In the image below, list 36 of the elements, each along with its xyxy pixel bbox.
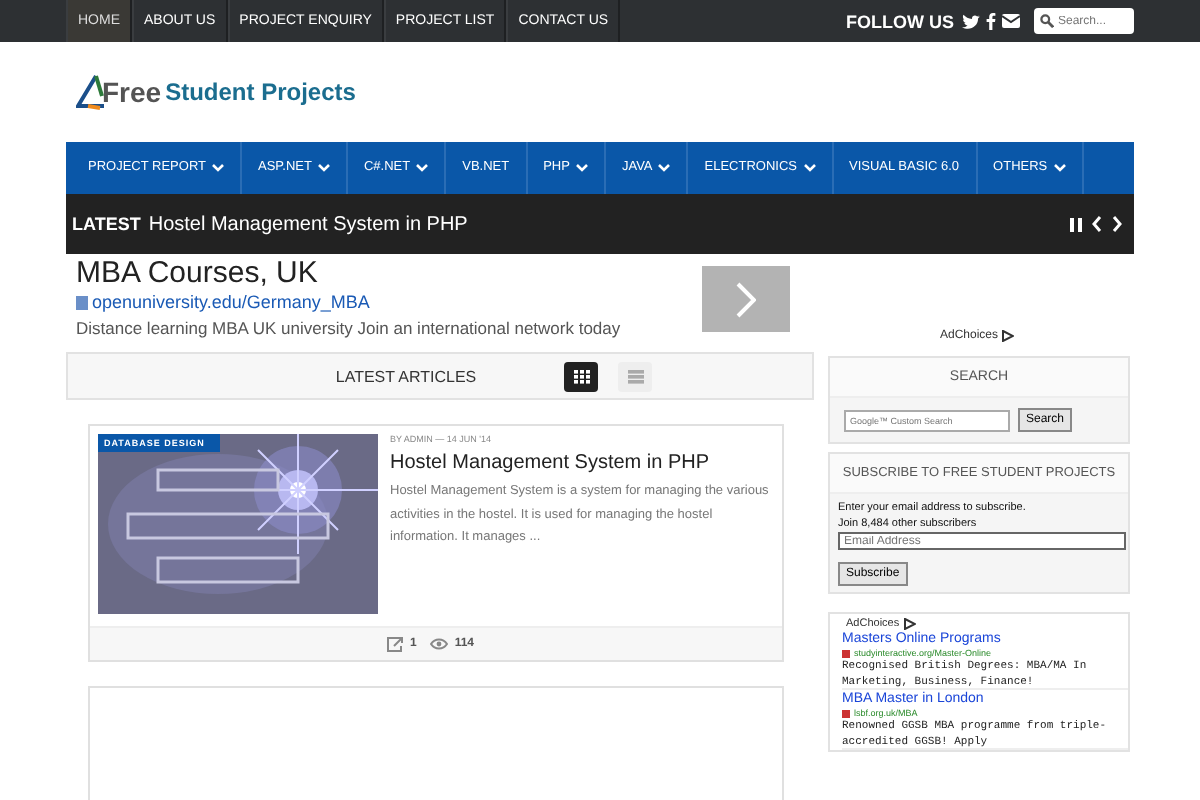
grid-view-button[interactable] bbox=[564, 361, 599, 391]
mail-icon[interactable] bbox=[1002, 14, 1020, 28]
list-icon bbox=[627, 369, 644, 383]
logo-text: Free bbox=[102, 76, 162, 108]
pause-icon[interactable] bbox=[1070, 217, 1082, 231]
ad-description: Distance learning MBA UK university Join an international network today bbox=[76, 318, 621, 338]
facebook-icon[interactable] bbox=[986, 12, 996, 30]
ticker-label: LATEST bbox=[72, 214, 141, 234]
search-icon bbox=[1040, 14, 1054, 28]
caret-icon bbox=[575, 164, 588, 172]
caret-icon bbox=[658, 164, 671, 172]
follow-label: FOLLOW US bbox=[846, 11, 954, 31]
site-icon bbox=[76, 295, 88, 309]
caret-icon bbox=[416, 164, 429, 172]
site-icon bbox=[842, 649, 850, 657]
play-icon[interactable] bbox=[903, 618, 916, 630]
article-title[interactable]: Hostel Management System in PHP bbox=[390, 452, 774, 474]
chevron-icon bbox=[736, 281, 756, 317]
logo-icon bbox=[76, 74, 108, 110]
eye-icon bbox=[430, 638, 449, 650]
play-icon[interactable] bbox=[1002, 330, 1014, 342]
section-title: LATEST ARTICLES bbox=[335, 367, 477, 385]
grid-icon bbox=[573, 369, 590, 383]
ad-link[interactable]: openuniversity.edu/Germany_MBA bbox=[92, 292, 370, 312]
caret-icon bbox=[212, 164, 224, 172]
site-icon bbox=[842, 709, 850, 717]
ticker-headline[interactable]: Hostel Management System in PHP bbox=[148, 213, 1062, 235]
next-icon[interactable] bbox=[1112, 216, 1122, 232]
ad-title[interactable]: MBA Courses, UK bbox=[76, 256, 621, 292]
twitter-icon[interactable] bbox=[962, 13, 980, 29]
logo-text: Student Projects bbox=[165, 78, 356, 106]
caret-icon bbox=[803, 164, 815, 172]
previous-icon[interactable] bbox=[1092, 216, 1102, 232]
caret-icon bbox=[317, 164, 330, 172]
share-icon[interactable] bbox=[386, 636, 404, 652]
caret-icon bbox=[1053, 164, 1066, 172]
